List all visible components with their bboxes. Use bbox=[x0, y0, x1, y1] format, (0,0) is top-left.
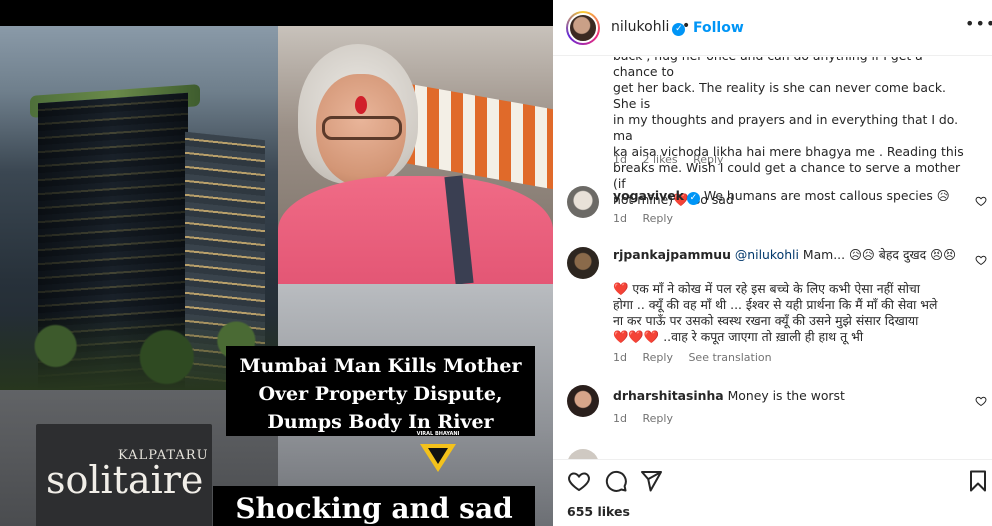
avatar[interactable] bbox=[567, 186, 599, 218]
headline-caption: Mumbai Man Kills Mother Over Property Di… bbox=[226, 346, 535, 436]
comment-line: get her back. The reality is she can nev… bbox=[613, 80, 946, 111]
comment-line: ❤️ एक माँ ने कोख में पल रहे इस बच्चे के … bbox=[613, 281, 920, 296]
comment-text: Mam... 😥😥 बेहद दुखद 😣😣 bbox=[798, 247, 957, 262]
comment-text: back , hug her once and can do anything … bbox=[613, 57, 971, 208]
comment-text: We humans are most callous species 😥 bbox=[703, 188, 950, 203]
avatar[interactable] bbox=[567, 385, 599, 417]
see-translation-button[interactable]: See translation bbox=[688, 351, 771, 364]
post-actions: 655 likes bbox=[553, 459, 992, 526]
share-icon[interactable] bbox=[639, 469, 663, 493]
comment-line: in my thoughts and prayers and in everyt… bbox=[613, 112, 959, 143]
viral-bhayani-logo-icon bbox=[420, 444, 456, 472]
comment-meta: 1d Reply See translation bbox=[613, 351, 953, 364]
reply-button[interactable]: Reply bbox=[693, 153, 723, 166]
post-sidebar: nilukohli✓ • Follow ••• back , hug her o… bbox=[553, 0, 992, 526]
comment-line: back , hug her once and can do anything … bbox=[613, 57, 923, 79]
woman-portrait-photo bbox=[278, 26, 553, 284]
comment-line: ❤️❤️❤️ ..वाह रे कपूत जाएगा तो ख़ाली ही ह… bbox=[613, 329, 864, 344]
comments-list[interactable]: back , hug her once and can do anything … bbox=[553, 57, 992, 459]
post-author[interactable]: nilukohli ✓ bbox=[611, 19, 686, 36]
follow-button[interactable]: Follow bbox=[693, 20, 744, 36]
likes-count[interactable]: 655 likes bbox=[567, 504, 630, 519]
media-top-bar bbox=[0, 0, 553, 26]
comment-line: ना कर पाऊँ पर उसको स्वस्थ रखना क्यूँ की … bbox=[613, 313, 919, 328]
comment-time: 1d bbox=[613, 212, 627, 225]
comment-likes[interactable]: 2 likes bbox=[642, 153, 677, 166]
headline-line: Mumbai Man Kills Mother bbox=[239, 355, 522, 377]
caption-box: Shocking and sad bbox=[213, 486, 535, 526]
caption-text: Shocking and sad bbox=[235, 492, 513, 525]
more-horizontal-icon[interactable]: ••• bbox=[965, 14, 992, 33]
reply-button[interactable]: Reply bbox=[642, 412, 672, 425]
reply-button[interactable]: Reply bbox=[642, 212, 672, 225]
headline-line: Dumps Body In River bbox=[267, 411, 494, 433]
header-separator: • bbox=[682, 18, 691, 34]
comment-text-block: ❤️ एक माँ ने कोख में पल रहे इस बच्चे के … bbox=[613, 281, 963, 345]
comment-time: 1d bbox=[613, 412, 627, 425]
comment-body: yogavivek ✓ We humans are most callous sp… bbox=[613, 188, 953, 205]
comment-mention[interactable]: @nilukohli bbox=[735, 247, 799, 262]
comment-icon[interactable] bbox=[604, 469, 628, 493]
comment-meta: 1d Reply bbox=[613, 412, 953, 425]
building-photo bbox=[0, 26, 278, 390]
avatar[interactable] bbox=[566, 11, 600, 45]
reply-button[interactable]: Reply bbox=[642, 351, 672, 364]
verified-badge-icon: ✓ bbox=[686, 192, 700, 205]
comment-body: rjpankajpammuu @nilukohli Mam... 😥😥 बेहद… bbox=[613, 247, 963, 345]
sign-brand-big: solitaire bbox=[46, 458, 204, 502]
avatar[interactable] bbox=[567, 247, 599, 279]
post-author-username[interactable]: nilukohli bbox=[611, 19, 669, 35]
comment-meta: 1d 2 likes Reply bbox=[613, 153, 736, 166]
comment-meta: 1d Reply bbox=[613, 212, 953, 225]
comment-line: होगा .. क्यूँ की वह माँ थी ... ईश्वर से … bbox=[613, 297, 938, 312]
heart-icon[interactable] bbox=[975, 195, 987, 207]
heart-icon[interactable] bbox=[567, 469, 591, 493]
heart-icon[interactable] bbox=[975, 395, 987, 407]
post-header: nilukohli✓ • Follow ••• bbox=[553, 0, 992, 56]
comment-time: 1d bbox=[613, 351, 627, 364]
comment-username[interactable]: rjpankajpammuu bbox=[613, 247, 731, 262]
heart-icon[interactable] bbox=[975, 254, 987, 266]
comment-username[interactable]: yogavivek bbox=[613, 188, 684, 203]
comment-body: drharshitasinha Money is the worst bbox=[613, 388, 953, 404]
post-media[interactable]: KALPATARU solitaire Mumbai Man Kills Mot… bbox=[0, 0, 553, 526]
comment-text: Money is the worst bbox=[727, 388, 845, 403]
comment-time: 1d bbox=[613, 153, 627, 166]
comment-username[interactable]: drharshitasinha bbox=[613, 388, 724, 403]
logo-wordmark: VIRAL BHAYANI bbox=[416, 431, 460, 437]
headline-line: Over Property Dispute, bbox=[258, 383, 503, 405]
bookmark-icon[interactable] bbox=[966, 469, 990, 493]
avatar[interactable] bbox=[567, 449, 599, 459]
